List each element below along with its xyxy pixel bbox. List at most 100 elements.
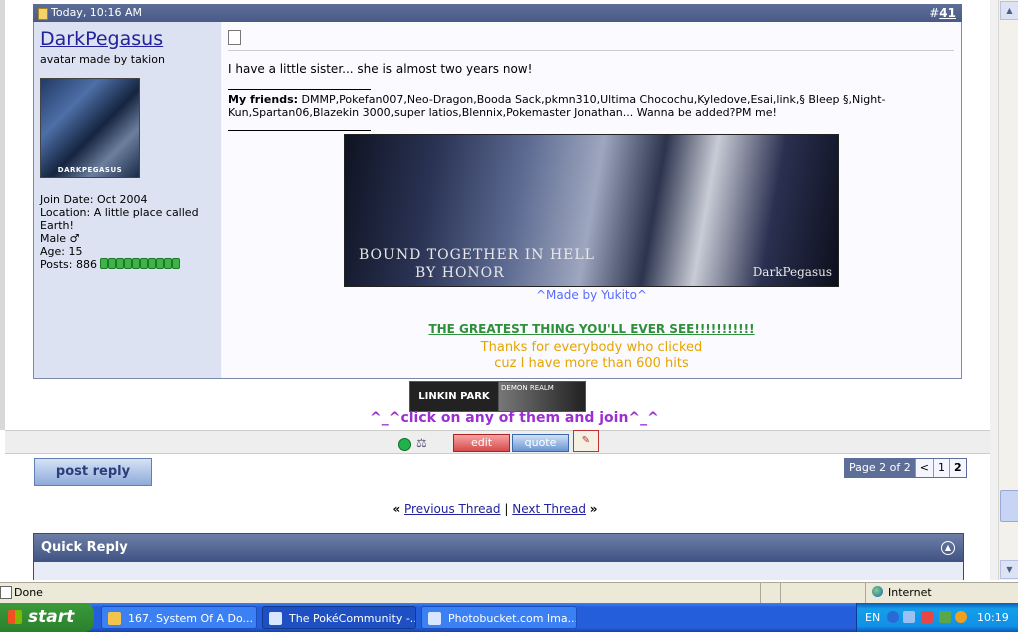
- post-status-icon: [38, 8, 48, 20]
- language-indicator[interactable]: EN: [865, 611, 880, 624]
- reputation-pip: [100, 258, 109, 269]
- thanks-line-2: cuz I have more than 600 hits: [494, 356, 689, 371]
- post-number-prefix: #: [929, 6, 940, 20]
- username-link[interactable]: DarkPegasus: [40, 28, 163, 50]
- ie-icon: [269, 612, 282, 625]
- greatest-thing-link[interactable]: THE GREATEST THING YOU'LL EVER SEE!!!!!!…: [222, 322, 961, 336]
- scroll-down-icon[interactable]: ▼: [1000, 560, 1018, 579]
- reputation-bar: [100, 258, 181, 272]
- quick-reply-header: Quick Reply ▲: [33, 533, 964, 563]
- post-body: DarkPegasus avatar made by takion DARKPE…: [33, 22, 962, 379]
- browser-viewport: Today, 10:16 AM #41 DarkPegasus avatar m…: [0, 0, 998, 580]
- reputation-pip: [140, 258, 149, 269]
- age: Age: 15: [40, 245, 83, 258]
- reputation-pip: [156, 258, 165, 269]
- linkin-park-badge[interactable]: LINKIN PARK: [409, 381, 499, 412]
- post-reply-button[interactable]: post reply: [34, 458, 152, 486]
- edit-button[interactable]: edit: [453, 434, 510, 452]
- pagination-page-1[interactable]: 1: [933, 459, 950, 477]
- taskbar-item-pokecommunity[interactable]: The PokéCommunity -...: [262, 606, 416, 629]
- gender: Male ♂: [40, 232, 80, 245]
- tray-back-icon[interactable]: [887, 611, 899, 623]
- post-date: Today, 10:16 AM: [51, 6, 143, 19]
- signature-friends: My friends: DMMP,Pokefan007,Neo-Dragon,B…: [228, 93, 928, 119]
- avatar: DARKPEGASUS: [40, 78, 140, 178]
- post-content: I have a little sister... she is almost …: [222, 22, 961, 378]
- windows-logo-icon: [8, 610, 22, 624]
- security-zone: Internet: [865, 583, 1018, 603]
- task-label: 167. System Of A Do...: [128, 612, 254, 625]
- msn-icon[interactable]: [939, 611, 951, 623]
- pagination-page-2: 2: [949, 459, 966, 477]
- post-header: Today, 10:16 AM #41: [33, 4, 962, 22]
- task-label: The PokéCommunity -...: [289, 612, 416, 625]
- ip-icon[interactable]: ⚖: [416, 436, 436, 450]
- post-number-link[interactable]: 41: [939, 6, 956, 20]
- pagination: Page 2 of 2 < 1 2: [844, 458, 967, 478]
- start-label: start: [28, 607, 75, 627]
- report-post-icon[interactable]: ✎: [573, 430, 599, 452]
- taskbar-item-winamp[interactable]: 167. System Of A Do...: [101, 606, 257, 629]
- collapse-icon[interactable]: ▲: [941, 541, 955, 555]
- network-icon[interactable]: [903, 611, 915, 623]
- scroll-up-icon[interactable]: ▲: [1000, 1, 1018, 20]
- user-title: avatar made by takion: [40, 53, 165, 66]
- post-icon: [228, 30, 241, 45]
- taskbar-item-photobucket[interactable]: Photobucket.com Ima...: [421, 606, 577, 629]
- status-separator-2: [780, 583, 781, 603]
- title-separator: [228, 50, 954, 51]
- globe-icon: [872, 586, 883, 597]
- demon-realm-badge[interactable]: DEMON REALM: [498, 381, 586, 412]
- next-thread-link[interactable]: Next Thread: [512, 502, 586, 516]
- system-tray: EN 10:19: [856, 603, 1018, 632]
- reputation-pip: [108, 258, 117, 269]
- reputation-pip: [148, 258, 157, 269]
- tray-status-icon[interactable]: [955, 611, 967, 623]
- quote-button[interactable]: quote: [512, 434, 569, 452]
- reputation-pip: [172, 258, 181, 269]
- zone-label: Internet: [888, 586, 932, 599]
- pagination-prev[interactable]: <: [915, 459, 934, 477]
- thread-navigation: « Previous Thread | Next Thread »: [0, 502, 990, 516]
- post-count-row: Posts: 886: [40, 258, 218, 272]
- reputation-pip: [116, 258, 125, 269]
- start-button[interactable]: start: [0, 603, 94, 632]
- post-message: I have a little sister... she is almost …: [228, 62, 533, 76]
- previous-thread-link[interactable]: Previous Thread: [404, 502, 501, 516]
- click-join-text: ^_^click on any of them and join^_^: [370, 410, 659, 426]
- signature-banner-image: BOUND TOGETHER IN HELL BY HONOR DarkPega…: [344, 134, 839, 287]
- quick-reply-body: [33, 562, 964, 580]
- taskbar: start 167. System Of A Do... The PokéCom…: [0, 603, 1018, 632]
- winamp-icon: [108, 612, 121, 625]
- user-info-column: DarkPegasus avatar made by takion DARKPE…: [34, 22, 221, 378]
- tray-app-icon[interactable]: [921, 611, 933, 623]
- reputation-pip: [164, 258, 173, 269]
- user-details: Join Date: Oct 2004 Location: A little p…: [40, 193, 218, 272]
- ie-icon: [428, 612, 441, 625]
- thread-nav-right-quote: »: [589, 502, 598, 516]
- thread-nav-separator: |: [504, 502, 509, 516]
- signature-separator-2: [228, 130, 371, 131]
- friends-label: My friends:: [228, 93, 299, 106]
- page-gutter: [0, 0, 5, 430]
- status-text: Done: [14, 586, 43, 599]
- quick-reply-title: Quick Reply: [41, 540, 128, 555]
- clock: 10:19: [977, 611, 1009, 624]
- status-bar: Done Internet: [0, 582, 1018, 603]
- reputation-pip: [132, 258, 141, 269]
- avatar-caption: DARKPEGASUS: [57, 166, 123, 174]
- status-separator: [760, 583, 761, 603]
- friends-list: DMMP,Pokefan007,Neo-Dragon,Booda Sack,pk…: [228, 93, 886, 119]
- scrollbar-thumb[interactable]: [1000, 490, 1018, 522]
- thread-nav-left-quote: «: [392, 502, 401, 516]
- banner-line-2: BY HONOR: [415, 265, 505, 281]
- location: Location: A little place called Earth!: [40, 206, 199, 232]
- task-label: Photobucket.com Ima...: [448, 612, 577, 625]
- join-date: Join Date: Oct 2004: [40, 193, 148, 206]
- banner-line-1: BOUND TOGETHER IN HELL: [359, 247, 595, 263]
- online-status-icon: [398, 438, 411, 451]
- thanks-text: Thanks for everybody who clicked cuz I h…: [222, 340, 961, 372]
- pagination-label: Page 2 of 2: [845, 459, 916, 477]
- vertical-scrollbar[interactable]: ▲ ▼: [998, 0, 1018, 580]
- post-count: Posts: 886: [40, 258, 97, 271]
